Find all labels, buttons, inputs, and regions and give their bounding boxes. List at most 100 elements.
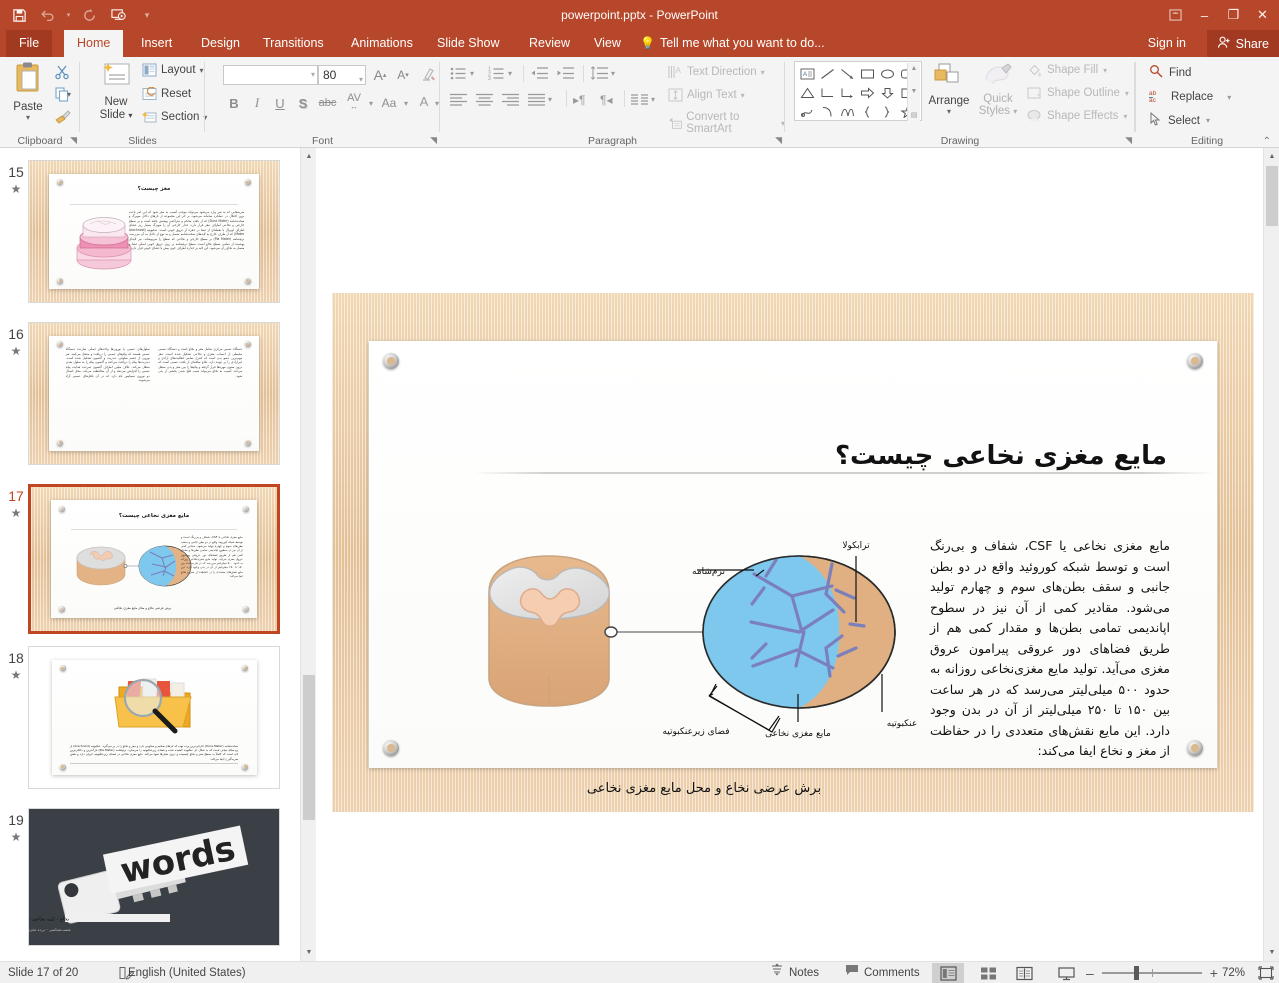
gallery-scroll-up-icon[interactable]: ▲ xyxy=(911,65,918,72)
align-left-button[interactable] xyxy=(450,93,467,106)
view-reading-button[interactable] xyxy=(1008,963,1040,983)
bold-button[interactable]: B xyxy=(223,92,245,114)
shape-rectangle-icon[interactable] xyxy=(857,64,877,83)
ribbon-options-icon[interactable] xyxy=(1161,0,1190,30)
shape-textbox-icon[interactable]: A xyxy=(797,64,817,83)
font-name-input[interactable]: ▾ xyxy=(223,65,318,85)
justify-button[interactable]: ▾ xyxy=(528,93,552,106)
change-case-button[interactable]: Aa xyxy=(377,92,401,114)
columns-button[interactable]: ▾ xyxy=(631,93,655,106)
view-normal-button[interactable] xyxy=(932,963,964,983)
shape-oval-icon[interactable] xyxy=(877,64,897,83)
view-slide-sorter-button[interactable] xyxy=(972,963,1004,983)
strikethrough-button[interactable]: abc xyxy=(315,92,340,114)
reset-button[interactable]: Reset xyxy=(142,87,191,101)
shape-elbow-arrow-icon[interactable] xyxy=(837,83,857,102)
font-dialog-launcher[interactable]: ◥ xyxy=(430,135,437,146)
numbering-button[interactable]: 123 ▾ xyxy=(488,66,512,82)
thumbnail-slide-19[interactable]: 19 ★ words نخاع - کمه xyxy=(0,808,300,953)
shape-right-brace-icon[interactable] xyxy=(877,102,897,121)
chevron-down-icon-copy[interactable]: ▾ xyxy=(64,83,74,105)
format-painter-icon[interactable] xyxy=(48,105,76,127)
slide-counter[interactable]: Slide 17 of 20 xyxy=(8,962,78,983)
sign-in-link[interactable]: Sign in xyxy=(1148,30,1186,57)
scroll-down-icon[interactable]: ▼ xyxy=(301,944,317,961)
align-center-button[interactable] xyxy=(476,93,493,106)
bullets-button[interactable]: ▾ xyxy=(450,66,474,81)
slide-thumbnail-pane[interactable]: 15 ★ مغز چیست؟ xyxy=(0,148,300,961)
close-button[interactable]: ✕ xyxy=(1248,0,1277,30)
clipboard-dialog-launcher[interactable]: ◥ xyxy=(70,135,77,146)
grow-font-button[interactable]: A ▴ xyxy=(370,65,390,85)
arrange-button[interactable]: Arrange ▾ xyxy=(925,62,973,116)
shape-right-arrow-icon[interactable] xyxy=(857,83,877,102)
rtl-text-direction-button[interactable]: ¶◂ xyxy=(600,93,612,107)
paragraph-dialog-launcher[interactable]: ◥ xyxy=(775,135,782,146)
select-button[interactable]: Select ▾ xyxy=(1149,111,1210,129)
chevron-down-icon-spacing[interactable]: ▾ xyxy=(366,92,376,114)
quick-styles-button[interactable]: Quick Styles ▾ xyxy=(975,62,1021,117)
italic-button[interactable]: I xyxy=(246,92,268,114)
thumbnail-slide-17[interactable]: 17 ★ مایع مغزی نخاعی چیست؟ مایع مغزی نخا… xyxy=(0,484,300,639)
notes-button[interactable]: Notes xyxy=(770,962,819,983)
zoom-slider[interactable]: – + xyxy=(1086,962,1218,983)
gallery-scroll-down-icon[interactable]: ▼ xyxy=(911,88,918,95)
tell-me-search[interactable]: 💡 Tell me what you want to do... xyxy=(640,30,825,57)
zoom-track[interactable] xyxy=(1101,966,1202,980)
scroll-up-icon[interactable]: ▲ xyxy=(1264,148,1279,165)
clear-formatting-icon[interactable] xyxy=(417,65,439,85)
slide-title[interactable]: مایع مغزی نخاعی چیست؟ xyxy=(467,441,1167,471)
font-size-input[interactable]: 80 ▾ xyxy=(318,65,366,85)
minimize-button[interactable]: – xyxy=(1190,0,1219,30)
tab-transitions[interactable]: Transitions xyxy=(250,30,337,57)
scroll-up-icon[interactable]: ▲ xyxy=(301,148,317,165)
align-text-button[interactable]: Align Text ▾ xyxy=(668,88,745,102)
zoom-handle[interactable] xyxy=(1133,966,1139,980)
zoom-in-button[interactable]: + xyxy=(1210,965,1218,981)
increase-indent-button[interactable] xyxy=(556,66,574,81)
text-direction-button[interactable]: A Text Direction ▾ xyxy=(668,65,765,79)
section-button[interactable]: Section ▾ xyxy=(142,110,207,124)
shape-effects-button[interactable]: Shape Effects ▾ xyxy=(1027,109,1127,123)
shape-elbow-connector-icon[interactable] xyxy=(817,83,837,102)
slide-edit-area[interactable]: مایع مغزی نخاعی چیست؟ مایع مغزی نخاعی یا… xyxy=(316,148,1263,961)
csf-diagram[interactable]: ترابکولا نرم‌شامه عنکبوتیه مایع مغزی نخا… xyxy=(464,526,984,771)
slide-editor-scrollbar[interactable]: ▲ ▼ xyxy=(1263,148,1279,961)
shapes-gallery[interactable]: A ▲ ▼ ▤ xyxy=(794,61,922,121)
restore-button[interactable]: ❐ xyxy=(1219,0,1248,30)
tab-animations[interactable]: Animations xyxy=(338,30,426,57)
thumbnail-pane-scrollbar[interactable]: ▲ ▼ xyxy=(300,148,317,961)
align-right-button[interactable] xyxy=(502,93,519,106)
zoom-out-button[interactable]: – xyxy=(1086,965,1094,981)
thumbnail-slide-15[interactable]: 15 ★ مغز چیست؟ xyxy=(0,160,300,310)
tab-file[interactable]: File xyxy=(6,30,53,57)
tab-insert[interactable]: Insert xyxy=(128,30,185,57)
tab-home[interactable]: Home xyxy=(64,30,124,57)
replace-button[interactable]: ab ac Replace ▾ xyxy=(1149,88,1231,106)
new-slide-button[interactable]: New Slide ▾ xyxy=(92,61,140,122)
underline-button[interactable]: U xyxy=(269,92,291,114)
view-slide-show-button[interactable] xyxy=(1050,963,1082,983)
tab-design[interactable]: Design xyxy=(188,30,253,57)
line-spacing-button[interactable]: ▾ xyxy=(590,66,615,81)
scroll-thumb[interactable] xyxy=(303,675,315,820)
paste-button[interactable]: Paste ▾ xyxy=(6,61,50,122)
shapes-gallery-scroll[interactable]: ▲ ▼ ▤ xyxy=(907,63,920,121)
shape-outline-button[interactable]: Shape Outline ▾ xyxy=(1027,86,1129,100)
font-color-button[interactable]: A xyxy=(415,90,433,112)
shape-triangle-icon[interactable] xyxy=(797,83,817,102)
shape-arc-icon[interactable] xyxy=(817,102,837,121)
thumbnail-slide-16[interactable]: 16 ★ سلول‌های عصبی یا نورون‌ها واحدهای ا… xyxy=(0,322,300,472)
comments-button[interactable]: Comments xyxy=(845,962,920,983)
shape-left-brace-icon[interactable] xyxy=(857,102,877,121)
shape-arrow-icon[interactable] xyxy=(837,64,857,83)
chevron-down-icon-case[interactable]: ▾ xyxy=(401,92,411,114)
thumbnail-slide-18[interactable]: 18 ★ xyxy=(0,646,300,796)
shape-curve-icon[interactable] xyxy=(837,102,857,121)
shrink-font-button[interactable]: A ▾ xyxy=(393,65,413,85)
cut-icon[interactable] xyxy=(48,61,76,83)
shape-line-icon[interactable] xyxy=(817,64,837,83)
tab-view[interactable]: View xyxy=(581,30,634,57)
layout-button[interactable]: Layout ▾ xyxy=(142,63,204,77)
character-spacing-button[interactable]: AV ↔ xyxy=(341,90,367,112)
